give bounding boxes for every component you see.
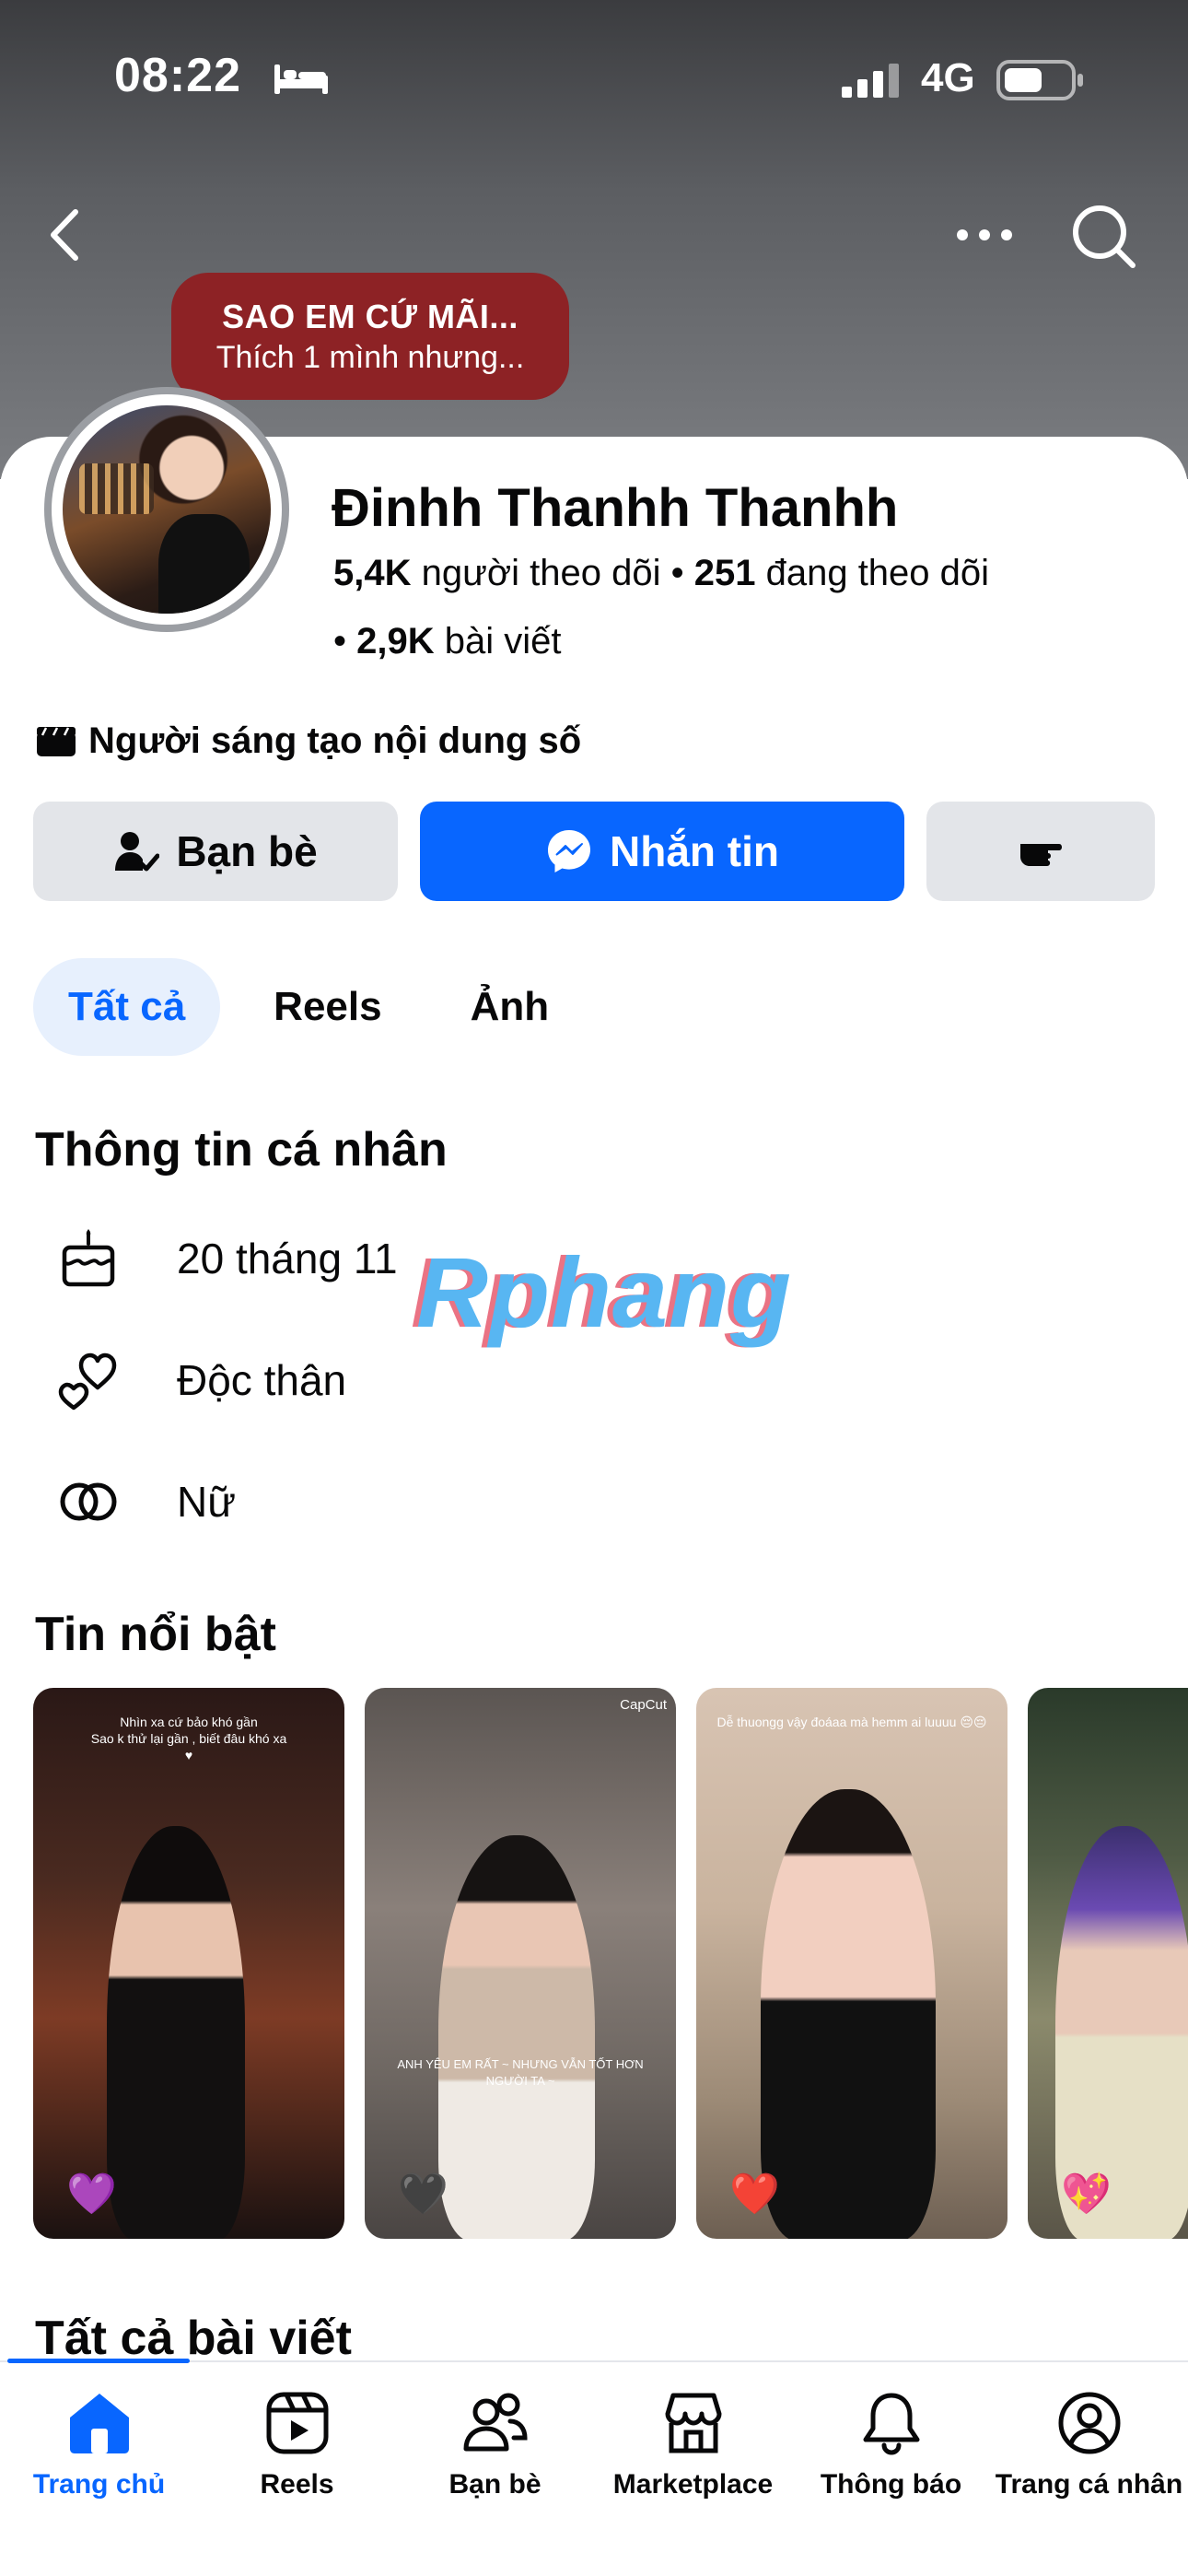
bell-icon xyxy=(863,2393,919,2455)
highlight-emoji: 💜 xyxy=(66,2172,117,2217)
nav-marketplace[interactable]: Marketplace xyxy=(594,2390,792,2500)
home-icon xyxy=(69,2394,129,2453)
nav-home[interactable]: Trang chủ xyxy=(0,2390,198,2500)
highlight-emoji: ❤️ xyxy=(729,2172,780,2217)
highlight-card[interactable]: Dễ thuongg vậy đoáaa mà hemm ai luuuu 😔😔… xyxy=(696,1688,1007,2239)
following-label[interactable]: đang theo dõi xyxy=(766,553,989,593)
profile-name: Đinhh Thanhh Thanhh xyxy=(332,478,899,538)
status-time: 08:22 xyxy=(114,49,241,102)
post-stats: • 2,9K bài viết xyxy=(333,621,562,662)
nav-notifications-label: Thông báo xyxy=(820,2469,962,2500)
avatar-photo xyxy=(63,405,271,614)
message-button-label: Nhắn tin xyxy=(610,827,779,875)
highlight-card[interactable]: 💖 xyxy=(1028,1688,1188,2239)
info-birthday: 20 tháng 11 xyxy=(55,1225,398,1292)
sleep-focus-icon xyxy=(274,64,328,94)
stats-separator: • xyxy=(670,553,694,593)
personal-info-title: Thông tin cá nhân xyxy=(35,1123,448,1177)
poke-button[interactable] xyxy=(926,802,1155,901)
nav-profile[interactable]: Trang cá nhân xyxy=(990,2390,1188,2500)
messenger-icon xyxy=(548,830,590,872)
nav-home-label: Trang chủ xyxy=(32,2469,166,2500)
followers-count[interactable]: 5,4K xyxy=(333,553,412,593)
nav-profile-label: Trang cá nhân xyxy=(995,2469,1183,2500)
nav-marketplace-label: Marketplace xyxy=(612,2469,774,2500)
bottom-navigation: Trang chủ Reels Bạn bè Marketplace Thông… xyxy=(0,2360,1188,2576)
nav-reels-label: Reels xyxy=(260,2469,334,2500)
posts-count: 2,9K xyxy=(356,621,435,662)
note-title: SAO EM CỨ MÃI... xyxy=(222,298,518,335)
gender-rings-icon xyxy=(60,1482,117,1521)
follow-stats: 5,4K người theo dõi • 251 đang theo dõi xyxy=(333,553,989,594)
following-count[interactable]: 251 xyxy=(694,553,756,593)
followers-label[interactable]: người theo dõi xyxy=(422,553,661,593)
stats-separator: • xyxy=(333,621,357,662)
watermark: Rphang xyxy=(416,1236,792,1348)
clapperboard-icon xyxy=(37,726,76,756)
highlights-title: Tin nổi bật xyxy=(35,1608,276,1661)
friend-check-icon xyxy=(115,832,160,872)
birthday-text: 20 tháng 11 xyxy=(177,1235,398,1282)
nav-reels[interactable]: Reels xyxy=(198,2390,396,2500)
signal-icon xyxy=(842,64,899,98)
message-button[interactable]: Nhắn tin xyxy=(420,802,904,901)
birthday-cake-icon xyxy=(62,1229,115,1287)
friends-button[interactable]: Bạn bè xyxy=(33,802,398,901)
highlight-caption: ANH YÊU EM RẤT ~ NHƯNG VẪN TỐT HƠN NGƯỜI… xyxy=(397,2057,644,2088)
profile-tabs: Tất cả Reels Ảnh xyxy=(33,958,602,1056)
profile-note[interactable]: SAO EM CỨ MÃI... Thích 1 mình nhưng... xyxy=(171,273,569,400)
back-icon[interactable] xyxy=(42,203,88,267)
highlight-card[interactable]: Nhìn xa cứ bảo khó gần Sao k thử lại gần… xyxy=(33,1688,344,2239)
category-label: Người sáng tạo nội dung số xyxy=(88,720,582,761)
reels-icon xyxy=(266,2392,328,2454)
hearts-icon xyxy=(58,1352,117,1411)
tab-reels[interactable]: Reels xyxy=(239,958,416,1056)
nav-friends-label: Bạn bè xyxy=(448,2469,542,2500)
battery-icon xyxy=(996,60,1083,100)
search-icon[interactable] xyxy=(1068,201,1138,271)
nav-active-indicator xyxy=(7,2359,190,2363)
more-options-icon[interactable] xyxy=(954,219,1015,251)
marketplace-icon xyxy=(665,2393,721,2453)
nav-notifications[interactable]: Thông báo xyxy=(792,2390,990,2500)
info-gender: Nữ xyxy=(55,1469,236,1535)
relationship-text: Độc thân xyxy=(177,1356,347,1404)
highlight-caption: Nhìn xa cứ bảo khó gần Sao k thử lại gần… xyxy=(90,1715,287,1762)
posts-label: bài viết xyxy=(444,621,562,662)
capcut-tag: CapCut xyxy=(620,1697,667,1713)
highlight-emoji: 🖤 xyxy=(398,2172,448,2217)
highlights-row: Nhìn xa cứ bảo khó gần Sao k thử lại gần… xyxy=(33,1688,1188,2241)
tab-all[interactable]: Tất cả xyxy=(33,958,221,1056)
gender-text: Nữ xyxy=(177,1478,237,1526)
friends-icon xyxy=(463,2393,528,2452)
avatar[interactable] xyxy=(44,387,289,632)
friends-button-label: Bạn bè xyxy=(176,827,318,875)
tab-photos[interactable]: Ảnh xyxy=(436,958,585,1056)
nav-friends[interactable]: Bạn bè xyxy=(396,2390,594,2500)
info-relationship: Độc thân xyxy=(55,1347,346,1413)
note-text: Thích 1 mình nhưng... xyxy=(215,340,525,375)
profile-category: Người sáng tạo nội dung số xyxy=(35,720,581,762)
all-posts-title: Tất cả bài viết xyxy=(35,2312,352,2365)
profile-icon xyxy=(1058,2392,1120,2454)
pointing-hand-icon xyxy=(1020,844,1062,866)
network-type: 4G xyxy=(921,55,975,100)
highlight-emoji: 💖 xyxy=(1061,2172,1112,2217)
highlight-caption: Dễ thuongg vậy đoáaa mà hemm ai luuuu 😔😔 xyxy=(716,1715,987,1729)
highlight-card[interactable]: CapCut ANH YÊU EM RẤT ~ NHƯNG VẪN TỐT HƠ… xyxy=(365,1688,676,2239)
